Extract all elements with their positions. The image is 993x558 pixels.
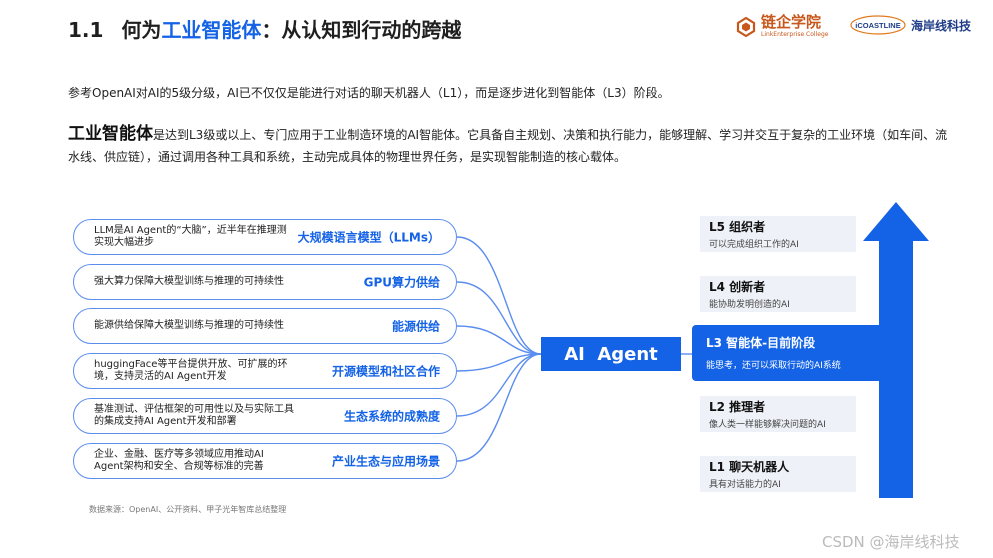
level-desc: 能协助发明创造的AI (709, 300, 790, 310)
factor-card-llm: LLM是AI Agent的“大脑”，近半年在推理测实现大幅进步 大规模语言模型（… (73, 219, 457, 255)
factor-description: 基准测试、评估框架的可用性以及与实际工具的集成支持AI Agent开发和部署 (94, 404, 294, 427)
factor-label: 大规模语言模型（LLMs） (297, 230, 440, 245)
factor-description: 企业、金融、医疗等多领域应用推动AI Agent架构和安全、合规等标准的完善 (94, 449, 264, 472)
factor-card-gpu: 强大算力保障大模型训练与推理的可持续性 GPU算力供给 (73, 264, 457, 300)
factor-label: 开源模型和社区合作 (331, 364, 440, 379)
factor-card-ecosystem: 基准测试、评估框架的可用性以及与实际工具的集成支持AI Agent开发和部署 生… (73, 398, 457, 434)
level-l5: L5 组织者 可以完成组织工作的AI (700, 216, 856, 252)
factor-card-energy: 能源供给保障大模型训练与推理的可持续性 能源供给 (73, 308, 457, 344)
level-l4: L4 创新者 能协助发明创造的AI (700, 276, 856, 312)
factor-card-opensource: huggingFace等平台提供开放、可扩展的环境，支持灵活的AI Agent开… (73, 353, 457, 389)
factor-label: 生态系统的成熟度 (343, 409, 440, 424)
factor-card-industry: 企业、金融、医疗等多领域应用推动AI Agent架构和安全、合规等标准的完善 产… (73, 443, 457, 479)
level-l2: L2 推理者 像人类一样能够解决问题的AI (700, 396, 856, 432)
level-name: L4 创新者 (709, 280, 766, 294)
level-name: L5 组织者 (709, 220, 766, 234)
source-note: 数据来源：OpenAI、公开资料、甲子光年智库总结整理 (89, 505, 287, 514)
factor-description: 能源供给保障大模型训练与推理的可持续性 (94, 320, 284, 331)
level-name: L3 智能体-目前阶段 (706, 336, 816, 350)
level-name: L1 聊天机器人 (709, 460, 790, 474)
level-l1: L1 聊天机器人 具有对话能力的AI (700, 456, 856, 492)
factor-label: 能源供给 (391, 319, 440, 334)
level-desc: 可以完成组织工作的AI (709, 240, 799, 250)
watermark: CSDN @海岸线科技 (822, 533, 960, 551)
level-name: L2 推理者 (709, 400, 766, 414)
level-desc: 能思考，还可以采取行动的AI系统 (706, 361, 841, 371)
level-l3-current: L3 智能体-目前阶段 能思考，还可以采取行动的AI系统 (692, 325, 912, 381)
factor-description: huggingFace等平台提供开放、可扩展的环境，支持灵活的AI Agent开… (94, 359, 288, 382)
ai-agent-box: AI Agent (541, 337, 681, 371)
factor-label: GPU算力供给 (363, 275, 440, 290)
level-desc: 具有对话能力的AI (709, 480, 781, 490)
factor-description: LLM是AI Agent的“大脑”，近半年在推理测实现大幅进步 (94, 225, 287, 248)
factor-label: 产业生态与应用场景 (331, 454, 440, 469)
level-desc: 像人类一样能够解决问题的AI (709, 420, 826, 430)
ai-agent-label: AI Agent (564, 343, 658, 365)
factor-description: 强大算力保障大模型训练与推理的可持续性 (94, 276, 284, 287)
